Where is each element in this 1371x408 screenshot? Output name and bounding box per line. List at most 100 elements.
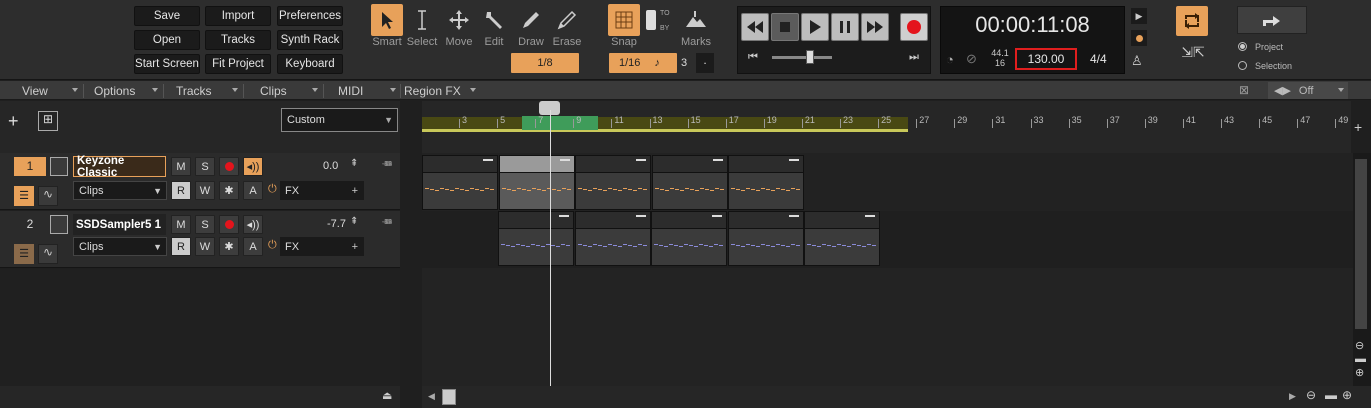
freeze-button[interactable]: ✱ xyxy=(219,237,239,256)
add-track-button[interactable]: + xyxy=(8,111,19,132)
midi-clip[interactable] xyxy=(422,155,498,210)
zoom-fit-horizontal-icon[interactable]: ▬ xyxy=(1325,388,1337,402)
mute-button[interactable]: M xyxy=(171,215,191,234)
marks-button[interactable]: Marks xyxy=(678,4,714,52)
view-menu[interactable]: View xyxy=(12,81,82,100)
midi-clip[interactable] xyxy=(728,155,804,210)
track-name[interactable]: Keyzone Classic xyxy=(73,155,166,179)
zoom-out-horizontal-icon[interactable]: ⊖ xyxy=(1306,388,1316,402)
midi-clip[interactable] xyxy=(651,155,728,210)
track-volume[interactable]: -7.7 xyxy=(327,218,346,230)
clock-icon[interactable]: ◔ xyxy=(946,52,954,67)
tracks-menu[interactable]: Tracks xyxy=(166,81,242,100)
edit-tool[interactable]: Edit xyxy=(476,4,512,52)
selection-radio[interactable] xyxy=(1238,61,1247,70)
options-menu[interactable]: Options xyxy=(84,81,162,100)
automation-icon[interactable]: ∿ xyxy=(38,244,58,264)
read-automation-button[interactable]: R xyxy=(171,181,191,200)
go-to-start-icon[interactable]: ⏮ xyxy=(748,51,758,64)
solo-button[interactable]: S xyxy=(195,215,215,234)
zoom-in-horizontal-icon[interactable]: ⊕ xyxy=(1342,388,1352,402)
write-automation-button[interactable]: W xyxy=(195,237,215,256)
open-button[interactable]: Open xyxy=(134,30,200,50)
add-lane-icon[interactable]: + xyxy=(1354,119,1362,135)
midi-clip[interactable] xyxy=(575,155,651,210)
track-name[interactable]: SSDSampler5 1 xyxy=(73,214,166,235)
track-preset-select[interactable]: Custom ▼ xyxy=(281,108,398,132)
arm-button[interactable] xyxy=(219,157,239,176)
fx-power-icon[interactable]: ⏻ xyxy=(268,239,277,252)
freeze-button[interactable]: ✱ xyxy=(219,181,239,200)
select-tool[interactable]: Select xyxy=(404,4,440,52)
vertical-scrollbar[interactable]: ⊖ ▬ ⊕ xyxy=(1353,153,1371,386)
time-display[interactable]: 00:00:11:08 xyxy=(940,12,1125,38)
horizontal-scrollbar[interactable]: ◀ ▶ ⊖ ▬ ⊕ xyxy=(422,386,1371,408)
envelope-icon[interactable]: ⊠ xyxy=(1239,83,1261,99)
snap-button[interactable]: Snap xyxy=(606,4,642,52)
track-volume[interactable]: 0.0 xyxy=(323,160,338,172)
move-tool[interactable]: Move xyxy=(441,4,477,52)
collapse-icon[interactable]: ⏏ xyxy=(382,389,392,402)
fit-project-button[interactable]: Fit Project xyxy=(205,54,271,74)
synth-rack-button[interactable]: Synth Rack xyxy=(277,30,343,50)
track-number[interactable]: 1 xyxy=(14,157,46,176)
mute-button[interactable]: M xyxy=(171,157,191,176)
play-from-icon[interactable]: ▶ xyxy=(1131,8,1147,24)
zoom-in-icon[interactable]: ⊕ xyxy=(1355,366,1364,379)
loop-region[interactable] xyxy=(522,116,598,130)
synth-icon[interactable] xyxy=(50,215,68,234)
snap-mode-toggle[interactable] xyxy=(646,10,656,30)
marks-count-button[interactable]: . xyxy=(696,53,714,73)
zoom-out-icon[interactable]: ⊖ xyxy=(1355,339,1364,352)
import-button[interactable]: Import xyxy=(205,6,271,26)
smart-tool[interactable]: Smart xyxy=(369,4,405,52)
midi-clip[interactable] xyxy=(727,211,804,266)
fx-bin[interactable]: FX + xyxy=(280,237,364,256)
preferences-button[interactable]: Preferences xyxy=(277,6,343,26)
synth-icon[interactable] xyxy=(50,157,68,176)
draw-resolution-select[interactable]: 1/8 xyxy=(511,53,579,73)
volume-up-icon[interactable]: ⇞ xyxy=(350,158,358,169)
playback-slider-thumb[interactable] xyxy=(806,50,814,64)
start-screen-button[interactable]: Start Screen xyxy=(134,54,200,74)
volume-up-icon[interactable]: ⇞ xyxy=(350,216,358,227)
archive-button[interactable]: A xyxy=(243,237,263,256)
tempo-field[interactable]: 130.00 xyxy=(1015,48,1077,70)
keyboard-button[interactable]: Keyboard xyxy=(277,54,343,74)
track-edit-icon[interactable]: ☰ xyxy=(14,244,34,264)
read-automation-button[interactable]: R xyxy=(171,237,191,256)
save-button[interactable]: Save xyxy=(134,6,200,26)
track-number[interactable]: 2 xyxy=(14,215,46,234)
midi-clip[interactable] xyxy=(574,211,651,266)
fx-bin[interactable]: FX + xyxy=(280,181,364,200)
snap-resolution-select[interactable]: 1/16 ♪ xyxy=(609,53,677,73)
midi-clip[interactable] xyxy=(498,155,575,210)
add-folder-icon[interactable]: ⊞ xyxy=(38,111,58,131)
scroll-thumb[interactable] xyxy=(442,389,456,405)
input-echo-button[interactable]: ◂)) xyxy=(243,157,263,176)
midi-clip[interactable] xyxy=(804,211,880,266)
region-fx-menu[interactable]: Region FX xyxy=(394,81,480,100)
track-view-select[interactable]: Clips ▼ xyxy=(73,181,167,200)
project-radio[interactable] xyxy=(1238,42,1247,51)
click-disabled-icon[interactable]: ⊘ xyxy=(966,51,977,67)
archive-button[interactable]: A xyxy=(243,181,263,200)
automation-icon[interactable]: ∿ xyxy=(38,186,58,206)
record-button[interactable] xyxy=(900,13,928,41)
loop-button[interactable] xyxy=(1176,6,1208,36)
midi-menu[interactable]: MIDI xyxy=(328,81,400,100)
auto-scroll-button[interactable] xyxy=(1131,30,1147,46)
track-view-select[interactable]: Clips ▼ xyxy=(73,237,167,256)
tool-off-select[interactable]: ◀▶ Off xyxy=(1268,82,1348,99)
pause-button[interactable] xyxy=(831,13,859,41)
write-automation-button[interactable]: W xyxy=(195,181,215,200)
midi-clip[interactable] xyxy=(498,211,574,266)
rewind-button[interactable] xyxy=(741,13,769,41)
draw-tool[interactable]: Draw xyxy=(513,4,549,52)
input-echo-button[interactable]: ◂)) xyxy=(243,215,263,234)
clips-menu[interactable]: Clips xyxy=(250,81,322,100)
play-button[interactable] xyxy=(801,13,829,41)
punch-icon[interactable]: ⇲⇱ xyxy=(1178,44,1208,70)
fast-forward-button[interactable] xyxy=(861,13,889,41)
go-to-end-icon[interactable]: ⏭ xyxy=(909,51,919,64)
